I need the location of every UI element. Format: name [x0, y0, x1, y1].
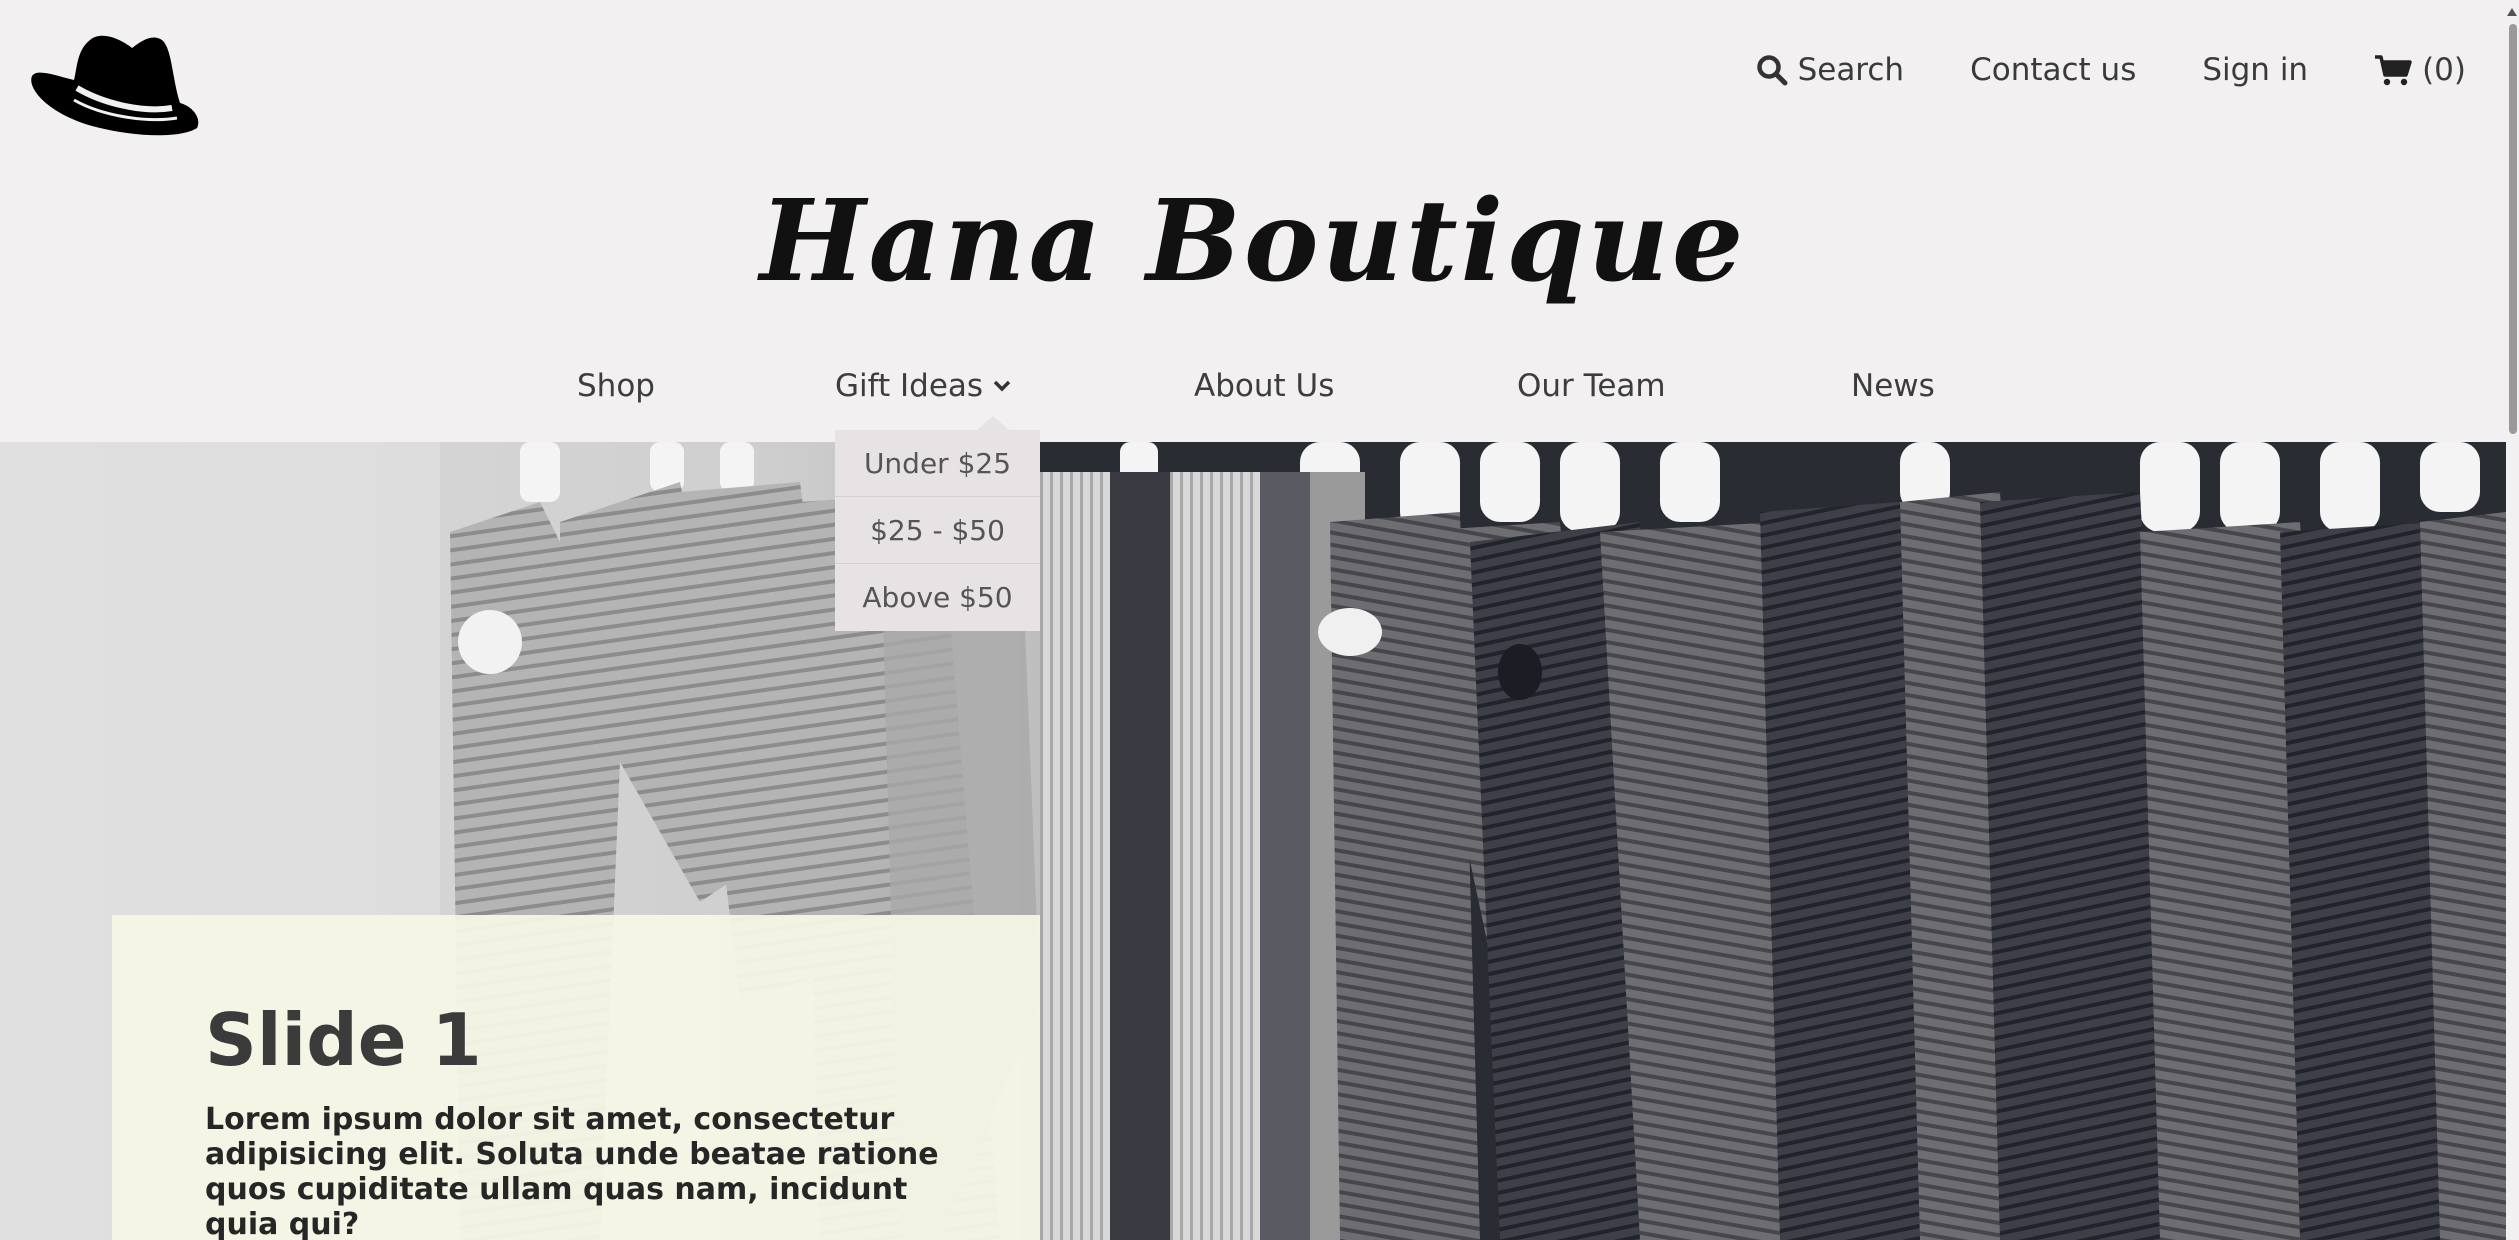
nav-item-label: Our Team [1517, 368, 1666, 404]
logo[interactable] [22, 18, 202, 143]
sign-in-link[interactable]: Sign in [2202, 52, 2308, 88]
nav-item-label: Shop [577, 368, 655, 404]
contact-us-label: Contact us [1970, 52, 2137, 88]
dropdown-caret [977, 416, 1009, 430]
nav-item-gift-ideas[interactable]: Gift Ideas [835, 368, 1011, 404]
slide-text: Lorem ipsum dolor sit amet, consectetur … [205, 1102, 939, 1240]
slide-title: Slide 1 [205, 998, 482, 1082]
gift-ideas-dropdown: Under $25 $25 - $50 Above $50 [835, 416, 1040, 631]
dropdown-item-above-50[interactable]: Above $50 [835, 564, 1040, 631]
nav-item-label: Gift Ideas [835, 368, 984, 404]
cart-count: (0) [2422, 52, 2466, 88]
utility-nav: Search Contact us Sign in (0) [1756, 52, 2466, 88]
cart-button[interactable]: (0) [2374, 52, 2466, 88]
main-nav: Shop Gift Ideas About Us Our Team News [0, 368, 2506, 418]
shopping-cart-icon [2375, 55, 2412, 86]
slide-caption-card: Slide 1 Lorem ipsum dolor sit amet, cons… [112, 915, 1040, 1240]
sign-in-label: Sign in [2202, 52, 2309, 88]
site-header: Search Contact us Sign in (0) Hana Bouti… [0, 0, 2506, 442]
contact-us-link[interactable]: Contact us [1970, 52, 2136, 88]
brand-title: Hana Boutique [759, 176, 1747, 307]
chevron-down-icon [993, 380, 1011, 392]
scroll-thumb[interactable] [2509, 24, 2517, 434]
nav-item-news[interactable]: News [1851, 368, 1935, 404]
nav-item-shop[interactable]: Shop [577, 368, 655, 404]
cowboy-hat-icon [31, 35, 199, 136]
search-button[interactable]: Search [1756, 52, 1905, 88]
search-label: Search [1797, 52, 1905, 88]
nav-item-label: About Us [1194, 368, 1335, 404]
dropdown-item-25-50[interactable]: $25 - $50 [835, 497, 1040, 564]
nav-item-label: News [1851, 368, 1935, 404]
nav-item-about-us[interactable]: About Us [1194, 368, 1334, 404]
dropdown-item-under-25[interactable]: Under $25 [835, 430, 1040, 497]
page-scrollbar[interactable] [2506, 0, 2519, 1240]
scroll-up-arrow[interactable] [2507, 8, 2517, 16]
search-icon [1756, 55, 1788, 86]
nav-item-our-team[interactable]: Our Team [1517, 368, 1666, 404]
